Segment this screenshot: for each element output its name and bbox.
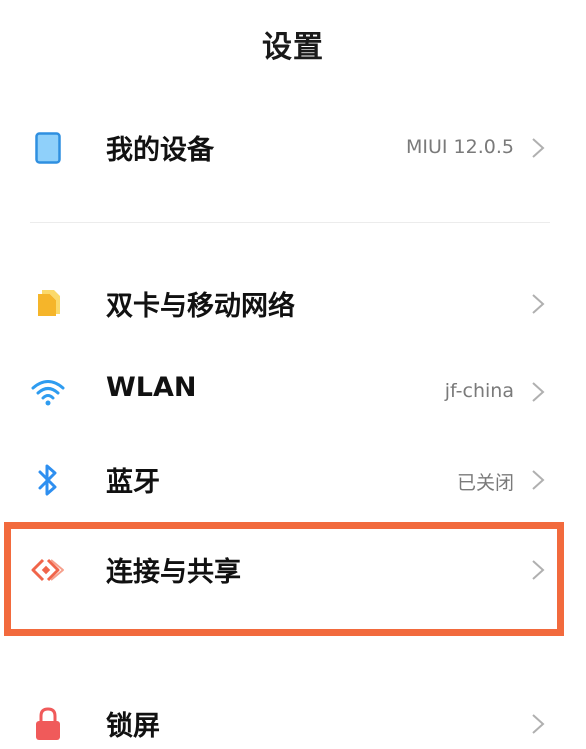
settings-item-my-device[interactable]: 我的设备 MIUI 12.0.5	[0, 108, 586, 188]
settings-item-value: jf-china	[444, 380, 514, 402]
settings-item-label: 锁屏	[106, 711, 160, 742]
settings-item-label: 双卡与移动网络	[106, 291, 295, 322]
settings-item-label: 我的设备	[106, 135, 214, 166]
settings-item-value: 已关闭	[456, 472, 514, 494]
settings-item-label: WLAN	[106, 372, 197, 403]
chevron-right-icon	[532, 470, 545, 490]
settings-item-value: MIUI 12.0.5	[406, 136, 514, 158]
page-title: 设置	[262, 30, 324, 65]
settings-item-dual-sim[interactable]: 双卡与移动网络	[0, 264, 586, 344]
tablet-icon	[30, 130, 66, 166]
chevron-right-icon	[532, 382, 545, 402]
bluetooth-icon	[30, 462, 66, 498]
settings-screen: 设置 我的设备 MIUI 12.0.5 双卡与移动网络 WLAN jf-chin…	[0, 0, 586, 749]
chevron-right-icon	[532, 294, 545, 314]
section-divider	[30, 222, 550, 223]
settings-item-bluetooth[interactable]: 蓝牙 已关闭	[0, 440, 586, 520]
settings-item-wlan[interactable]: WLAN jf-china	[0, 352, 586, 432]
chevron-right-icon	[532, 138, 545, 158]
highlight-box	[4, 522, 564, 636]
settings-item-lock-screen[interactable]: 锁屏	[0, 684, 586, 749]
sim-card-icon	[30, 286, 66, 322]
settings-item-label: 蓝牙	[106, 467, 160, 498]
chevron-right-icon	[532, 714, 545, 734]
lock-icon	[30, 706, 66, 742]
wifi-icon	[30, 374, 66, 410]
